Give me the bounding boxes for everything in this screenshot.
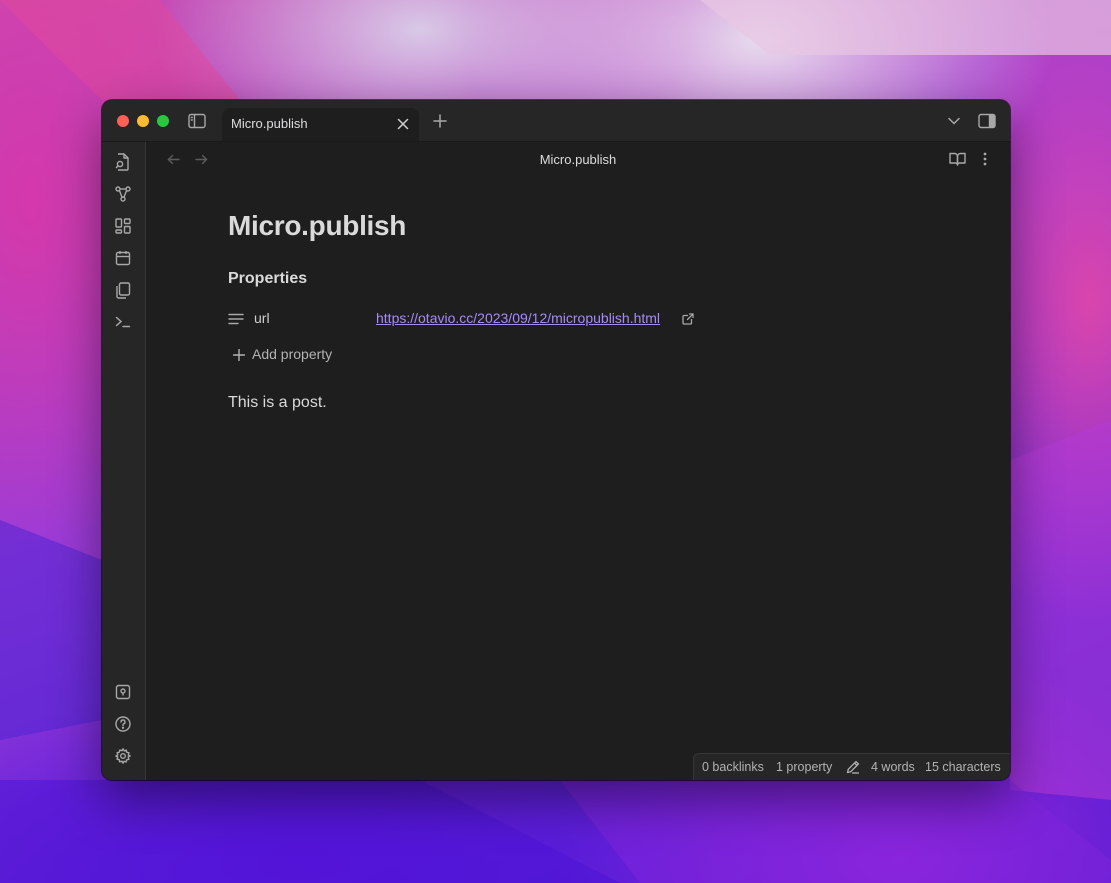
property-row-url[interactable]: url https://otavio.cc/2023/09/12/micropu… — [228, 308, 828, 330]
close-icon[interactable] — [393, 114, 413, 134]
view-header: Micro.publish — [146, 142, 1010, 176]
sidebar-left-icon[interactable] — [186, 111, 208, 131]
status-words: 4 words — [871, 760, 915, 774]
status-characters: 15 characters — [925, 760, 1001, 774]
minimize-window-button[interactable] — [137, 115, 149, 127]
status-backlinks[interactable]: 0 backlinks — [702, 760, 764, 774]
settings-icon[interactable] — [113, 746, 133, 766]
chevron-down-icon[interactable] — [944, 111, 964, 131]
tab-micro-publish[interactable]: Micro.publish — [222, 108, 419, 141]
property-value-link[interactable]: https://otavio.cc/2023/09/12/micropublis… — [376, 310, 660, 326]
sidebar-right-icon[interactable] — [976, 111, 998, 131]
app-window: Micro.publish Micro.publish Micro.publis… — [102, 100, 1010, 780]
add-property-label: Add property — [252, 346, 333, 362]
note-body[interactable]: This is a post. — [228, 394, 327, 412]
status-bar: 0 backlinks 1 property 4 words 15 charac… — [693, 753, 1010, 780]
ribbon — [102, 142, 146, 780]
more-vertical-icon[interactable] — [976, 149, 994, 169]
add-property-button[interactable]: Add property — [232, 344, 432, 366]
help-icon[interactable] — [113, 714, 133, 734]
tab-title: Micro.publish — [231, 116, 308, 131]
property-key[interactable]: url — [254, 310, 270, 326]
status-properties: 1 property — [776, 760, 833, 774]
quick-switcher-icon[interactable] — [113, 152, 133, 172]
note-content: Micro.publish Properties url https://ota… — [228, 210, 970, 411]
plus-icon — [232, 348, 246, 362]
command-palette-icon[interactable] — [113, 312, 133, 332]
external-link-icon[interactable] — [681, 312, 695, 326]
plus-icon[interactable] — [430, 111, 450, 131]
book-open-icon[interactable] — [946, 149, 968, 169]
zoom-window-button[interactable] — [157, 115, 169, 127]
graph-view-icon[interactable] — [113, 184, 133, 204]
view-header-title: Micro.publish — [539, 152, 617, 167]
close-window-button[interactable] — [117, 115, 129, 127]
note-title[interactable]: Micro.publish — [228, 210, 970, 242]
pencil-icon[interactable] — [845, 760, 861, 774]
title-bar: Micro.publish — [102, 100, 1010, 142]
canvas-icon[interactable] — [113, 216, 133, 236]
daily-note-icon[interactable] — [113, 248, 133, 268]
properties-heading[interactable]: Properties — [228, 270, 307, 288]
templates-icon[interactable] — [113, 280, 133, 300]
text-lines-icon[interactable] — [228, 312, 244, 326]
vault-switcher-icon[interactable] — [113, 682, 133, 702]
